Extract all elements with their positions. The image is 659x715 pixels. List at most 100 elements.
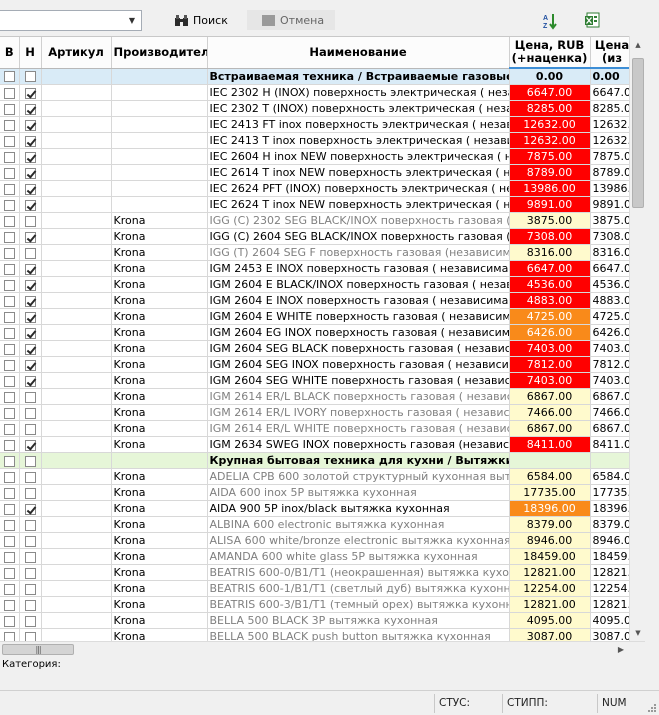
checkbox-h[interactable] — [24, 103, 36, 115]
checkbox-b[interactable] — [3, 599, 15, 611]
checkbox-h[interactable] — [24, 519, 36, 531]
table-row[interactable]: Krona IGM 2614 ER/L IVORY поверхность газ… — [0, 404, 635, 421]
table-row[interactable]: Krona IGM 2453 E INOX поверхность газовая… — [0, 260, 635, 277]
table-row[interactable]: IEC 2302 H (INOX) поверхность электричес… — [0, 84, 635, 101]
checkbox-h[interactable] — [24, 631, 36, 641]
checkbox-b[interactable] — [3, 199, 15, 211]
table-row[interactable]: Krona BEATRIS 600-3/B1/T1 (темный орех) в… — [0, 596, 635, 613]
table-row[interactable]: IEC 2302 T (INOX) поверхность электричес… — [0, 100, 635, 117]
checkbox-h[interactable] — [24, 535, 36, 547]
checkbox-h[interactable] — [24, 375, 36, 387]
checkbox-b[interactable] — [3, 359, 15, 371]
checkbox-b[interactable] — [3, 167, 15, 179]
checkbox-b[interactable] — [3, 135, 15, 147]
table-row[interactable]: IEC 2614 T inox NEW поверхность электрич… — [0, 164, 635, 181]
vertical-scroll-thumb[interactable] — [632, 58, 644, 208]
table-row[interactable]: Krona IGG (C) 2604 SEG BLACK/INOX поверхн… — [0, 228, 635, 245]
checkbox-b[interactable] — [3, 215, 15, 227]
checkbox-b[interactable] — [3, 487, 15, 499]
checkbox-b[interactable] — [3, 151, 15, 163]
search-button[interactable]: Поиск — [170, 10, 232, 30]
table-row[interactable]: Krona ADELIA CPB 600 золотой структурный … — [0, 468, 635, 485]
sort-az-icon[interactable]: A Z — [542, 12, 560, 30]
table-row[interactable]: Krona BEATRIS 600-0/B1/T1 (неокрашенная) … — [0, 564, 635, 581]
chevron-down-icon[interactable]: ▼ — [124, 12, 140, 29]
checkbox-h[interactable] — [24, 391, 36, 403]
checkbox-b[interactable] — [3, 87, 15, 99]
checkbox-h[interactable] — [24, 87, 36, 99]
checkbox-b[interactable] — [3, 231, 15, 243]
table-row[interactable]: IEC 2413 FT inox поверхность электрическ… — [0, 116, 635, 133]
checkbox-h[interactable] — [24, 503, 36, 515]
table-row[interactable]: Krona BEATRIS 600-1/B1/T1 (светлый дуб) в… — [0, 580, 635, 597]
table-row[interactable]: Krona IGM 2604 SEG WHITE поверхность газо… — [0, 372, 635, 389]
table-row[interactable]: Krona IGM 2634 SWEG INOX поверхность газо… — [0, 436, 635, 453]
horizontal-scrollbar[interactable]: ||| ▶ — [0, 641, 645, 656]
table-row[interactable]: Krona IGM 2614 ER/L BLACK поверхность газ… — [0, 388, 635, 405]
checkbox-h[interactable] — [24, 327, 36, 339]
checkbox-h[interactable] — [24, 583, 36, 595]
table-row[interactable]: Krona IGM 2604 EG INOX поверхность газова… — [0, 324, 635, 341]
col-header-article[interactable]: Артикул — [41, 37, 112, 69]
checkbox-h[interactable] — [24, 135, 36, 147]
table-row[interactable]: Krona BELLA 500 BLACK 3P вытяжка кухонная… — [0, 612, 635, 629]
table-row[interactable]: Krona BELLA 500 BLACK push button вытяжка… — [0, 628, 635, 641]
table-row[interactable]: Krona AIDA 900 5P inox/black вытяжка кухо… — [0, 500, 635, 517]
checkbox-b[interactable] — [3, 119, 15, 131]
col-header-manufacturer[interactable]: Производитель — [111, 37, 208, 69]
checkbox-h[interactable] — [24, 167, 36, 179]
checkbox-b[interactable] — [3, 551, 15, 563]
checkbox-b[interactable] — [3, 519, 15, 531]
checkbox-h[interactable] — [24, 551, 36, 563]
col-header-price2[interactable]: Цена (из — [590, 37, 635, 69]
checkbox-h[interactable] — [24, 183, 36, 195]
checkbox-h[interactable] — [24, 423, 36, 435]
checkbox-h[interactable] — [24, 119, 36, 131]
table-row[interactable]: IEC 2413 T inox поверхность электрическа… — [0, 132, 635, 149]
checkbox-b[interactable] — [3, 71, 15, 83]
checkbox-b[interactable] — [3, 631, 15, 641]
col-header-b[interactable]: В — [0, 37, 20, 69]
category-row[interactable]: Встраиваемая техника / Встраиваемые газо… — [0, 67, 635, 85]
table-row[interactable]: Krona IGM 2604 E BLACK/INOX поверхность г… — [0, 276, 635, 293]
table-row[interactable]: Krona IGM 2604 SEG BLACK поверхность газо… — [0, 340, 635, 357]
table-row[interactable]: Krona IGM 2604 E INOX поверхность газовая… — [0, 292, 635, 309]
checkbox-h[interactable] — [24, 343, 36, 355]
scroll-up-arrow-icon[interactable]: ▲ — [630, 36, 646, 53]
checkbox-b[interactable] — [3, 279, 15, 291]
checkbox-h[interactable] — [24, 615, 36, 627]
checkbox-h[interactable] — [24, 279, 36, 291]
checkbox-h[interactable] — [24, 71, 36, 83]
checkbox-b[interactable] — [3, 423, 15, 435]
checkbox-b[interactable] — [3, 327, 15, 339]
checkbox-b[interactable] — [3, 247, 15, 259]
checkbox-h[interactable] — [24, 455, 36, 467]
vertical-scrollbar[interactable]: ▲ ▼ — [629, 36, 646, 641]
checkbox-b[interactable] — [3, 439, 15, 451]
checkbox-h[interactable] — [24, 247, 36, 259]
category-row[interactable]: Крупная бытовая техника для кухни / Вытя… — [0, 452, 635, 469]
checkbox-b[interactable] — [3, 455, 15, 467]
table-row[interactable]: Krona IGM 2604 SEG INOX поверхность газов… — [0, 356, 635, 373]
col-header-price[interactable]: Цена, RUB (+наценка) — [509, 37, 591, 69]
checkbox-b[interactable] — [3, 343, 15, 355]
table-row[interactable]: Krona IGG (T) 2604 SEG F поверхность газо… — [0, 244, 635, 261]
checkbox-b[interactable] — [3, 391, 15, 403]
table-row[interactable]: IEC 2604 H inox NEW поверхность электрич… — [0, 148, 635, 165]
checkbox-h[interactable] — [24, 215, 36, 227]
checkbox-h[interactable] — [24, 295, 36, 307]
table-row[interactable]: IEC 2624 T inox NEW поверхность электрич… — [0, 196, 635, 213]
checkbox-b[interactable] — [3, 375, 15, 387]
col-header-h[interactable]: Н — [19, 37, 42, 69]
checkbox-h[interactable] — [24, 487, 36, 499]
table-row[interactable]: Krona IGM 2614 ER/L WHITE поверхность газ… — [0, 420, 635, 437]
table-row[interactable]: IEC 2624 PFT (INOX) поверхность электрич… — [0, 180, 635, 197]
checkbox-h[interactable] — [24, 567, 36, 579]
col-header-name[interactable]: Наименование — [207, 37, 510, 69]
price-grid[interactable]: В Н Артикул Производитель Наименование Ц… — [0, 36, 645, 641]
filter-combo[interactable]: ▼ — [0, 10, 142, 31]
checkbox-h[interactable] — [24, 199, 36, 211]
table-row[interactable]: Krona AIDA 600 inox 5P вытяжка кухонная 17… — [0, 484, 635, 501]
checkbox-b[interactable] — [3, 583, 15, 595]
checkbox-b[interactable] — [3, 103, 15, 115]
